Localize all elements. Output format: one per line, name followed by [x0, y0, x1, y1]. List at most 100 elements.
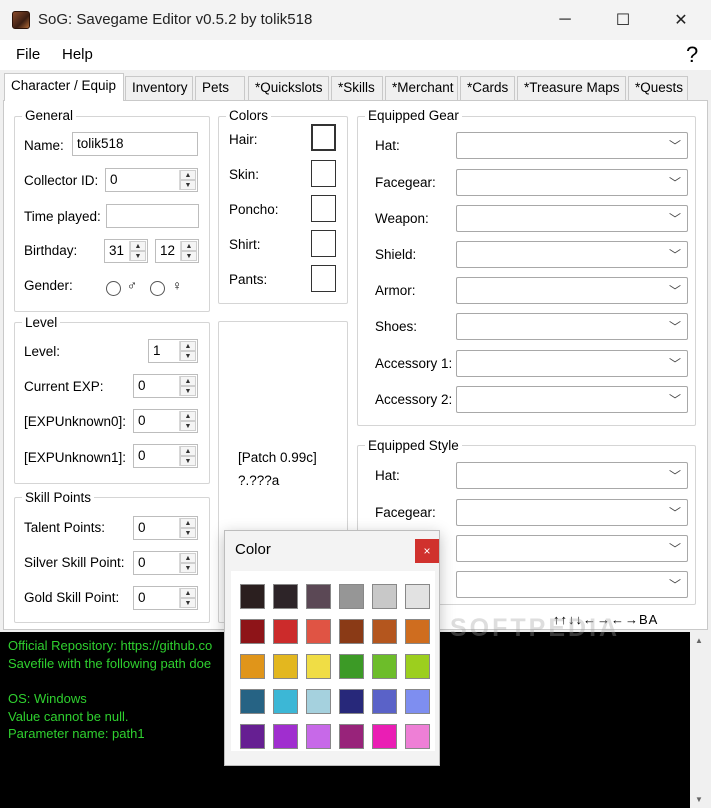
pants-color-swatch[interactable]: [311, 265, 336, 292]
tab-treasure-maps[interactable]: *Treasure Maps: [517, 76, 626, 100]
gear-weapon-dropdown[interactable]: ﹀: [456, 205, 688, 232]
talent-points-stepper[interactable]: 0 ▲ ▼: [133, 516, 198, 540]
arrow-up-icon[interactable]: ▲: [180, 341, 196, 351]
color-swatch[interactable]: [273, 654, 298, 679]
exp-unknown0-stepper[interactable]: 0 ▲ ▼: [133, 409, 198, 433]
menu-file[interactable]: File: [16, 46, 40, 63]
hair-color-swatch[interactable]: [311, 124, 336, 151]
color-swatch[interactable]: [339, 689, 364, 714]
gender-male-radio[interactable]: [106, 281, 121, 296]
arrow-down-icon[interactable]: ▼: [180, 386, 196, 396]
style-hat-dropdown[interactable]: ﹀: [456, 462, 688, 489]
color-swatch[interactable]: [240, 724, 265, 749]
gender-female-radio[interactable]: [150, 281, 165, 296]
color-swatch[interactable]: [339, 584, 364, 609]
scroll-up-icon[interactable]: ▲: [695, 636, 703, 645]
minimize-button[interactable]: ─: [536, 0, 594, 40]
color-swatch[interactable]: [372, 654, 397, 679]
color-swatch[interactable]: [405, 724, 430, 749]
style-facegear-dropdown[interactable]: ﹀: [456, 499, 688, 526]
collector-id-stepper[interactable]: 0 ▲ ▼: [105, 168, 198, 192]
arrow-up-icon[interactable]: ▲: [180, 376, 196, 386]
tab-cards[interactable]: *Cards: [460, 76, 515, 100]
color-swatch[interactable]: [273, 724, 298, 749]
color-swatch[interactable]: [372, 584, 397, 609]
arrow-up-icon[interactable]: ▲: [180, 518, 196, 528]
birthday-day-stepper[interactable]: 31 ▲ ▼: [104, 239, 148, 263]
name-field[interactable]: tolik518: [72, 132, 198, 156]
color-swatch[interactable]: [372, 724, 397, 749]
style-weapon-dropdown[interactable]: ﹀: [456, 535, 688, 562]
arrow-up-icon[interactable]: ▲: [180, 553, 196, 563]
color-swatch[interactable]: [405, 619, 430, 644]
color-swatch[interactable]: [240, 654, 265, 679]
level-stepper[interactable]: 1 ▲ ▼: [148, 339, 198, 363]
shirt-color-swatch[interactable]: [311, 230, 336, 257]
gold-skill-stepper[interactable]: 0 ▲ ▼: [133, 586, 198, 610]
color-swatch[interactable]: [306, 689, 331, 714]
color-swatch[interactable]: [306, 654, 331, 679]
menu-help[interactable]: Help: [62, 46, 93, 63]
arrow-down-icon[interactable]: ▼: [180, 528, 196, 538]
gear-shoes-dropdown[interactable]: ﹀: [456, 313, 688, 340]
gear-armor-dropdown[interactable]: ﹀: [456, 277, 688, 304]
help-question-icon[interactable]: ?: [686, 42, 698, 68]
color-swatch[interactable]: [372, 619, 397, 644]
close-button[interactable]: ✕: [652, 0, 710, 40]
console-scrollbar[interactable]: ▲ ▼: [690, 632, 711, 808]
tab-merchant[interactable]: *Merchant: [385, 76, 458, 100]
gear-hat-dropdown[interactable]: ﹀: [456, 132, 688, 159]
birthday-month-stepper[interactable]: 12 ▲ ▼: [155, 239, 199, 263]
arrow-up-icon[interactable]: ▲: [180, 411, 196, 421]
color-swatch[interactable]: [339, 654, 364, 679]
arrow-up-icon[interactable]: ▲: [130, 241, 146, 251]
tab-skills[interactable]: *Skills: [331, 76, 383, 100]
color-swatch[interactable]: [339, 724, 364, 749]
gear-accessory2-dropdown[interactable]: ﹀: [456, 386, 688, 413]
style-shield-dropdown[interactable]: ﹀: [456, 571, 688, 598]
tab-character-equip[interactable]: Character / Equip: [4, 73, 124, 101]
silver-skill-stepper[interactable]: 0 ▲ ▼: [133, 551, 198, 575]
gear-facegear-dropdown[interactable]: ﹀: [456, 169, 688, 196]
tab-quests[interactable]: *Quests: [628, 76, 688, 100]
gear-shield-dropdown[interactable]: ﹀: [456, 241, 688, 268]
color-dialog-close-button[interactable]: ×: [415, 539, 439, 563]
color-swatch[interactable]: [240, 689, 265, 714]
color-swatch[interactable]: [339, 619, 364, 644]
arrow-down-icon[interactable]: ▼: [180, 180, 196, 190]
arrow-down-icon[interactable]: ▼: [180, 351, 196, 361]
arrow-down-icon[interactable]: ▼: [180, 421, 196, 431]
scroll-down-icon[interactable]: ▼: [695, 795, 703, 804]
arrow-up-icon[interactable]: ▲: [180, 446, 196, 456]
arrow-down-icon[interactable]: ▼: [180, 456, 196, 466]
skin-color-swatch[interactable]: [311, 160, 336, 187]
arrow-down-icon[interactable]: ▼: [130, 251, 146, 261]
tab-inventory[interactable]: Inventory: [125, 76, 193, 100]
arrow-down-icon[interactable]: ▼: [180, 598, 196, 608]
arrow-up-icon[interactable]: ▲: [181, 241, 197, 251]
exp-unknown1-stepper[interactable]: 0 ▲ ▼: [133, 444, 198, 468]
color-swatch[interactable]: [306, 724, 331, 749]
gear-accessory1-dropdown[interactable]: ﹀: [456, 350, 688, 377]
tab-quickslots[interactable]: *Quickslots: [248, 76, 329, 100]
arrow-down-icon[interactable]: ▼: [180, 563, 196, 573]
color-swatch[interactable]: [405, 689, 430, 714]
arrow-up-icon[interactable]: ▲: [180, 588, 196, 598]
maximize-button[interactable]: ☐: [594, 0, 652, 40]
poncho-color-swatch[interactable]: [311, 195, 336, 222]
current-exp-stepper[interactable]: 0 ▲ ▼: [133, 374, 198, 398]
arrow-up-icon[interactable]: ▲: [180, 170, 196, 180]
color-swatch[interactable]: [405, 584, 430, 609]
color-swatch[interactable]: [306, 619, 331, 644]
color-swatch[interactable]: [273, 619, 298, 644]
color-swatch[interactable]: [405, 654, 430, 679]
color-swatch[interactable]: [240, 584, 265, 609]
tab-pets[interactable]: Pets: [195, 76, 245, 100]
color-swatch[interactable]: [372, 689, 397, 714]
arrow-down-icon[interactable]: ▼: [181, 251, 197, 261]
color-swatch[interactable]: [273, 584, 298, 609]
time-played-field[interactable]: [106, 204, 199, 228]
color-swatch[interactable]: [306, 584, 331, 609]
color-swatch[interactable]: [273, 689, 298, 714]
color-swatch[interactable]: [240, 619, 265, 644]
